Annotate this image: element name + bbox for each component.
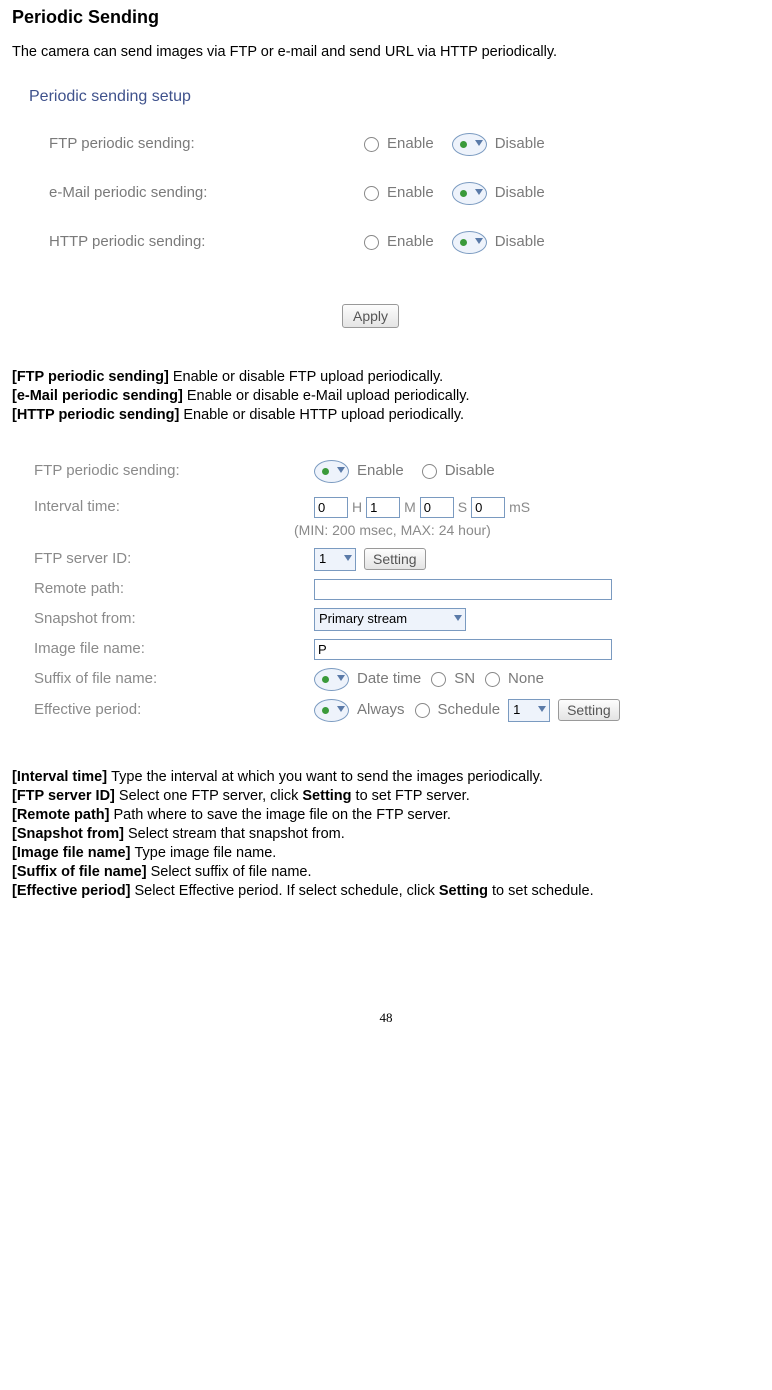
- d2-server-t1: Select one FTP server, click: [119, 788, 302, 804]
- filename-input[interactable]: [314, 639, 612, 660]
- disable-text: Disable: [445, 462, 495, 481]
- serverid-setting-button[interactable]: Setting: [364, 548, 426, 570]
- desc-http-bold: [HTTP periodic sending]: [12, 407, 183, 423]
- opt-text: Schedule: [438, 701, 501, 720]
- snapshot-select[interactable]: Primary stream: [314, 608, 466, 631]
- suffix-sn-radio[interactable]: SN: [431, 670, 475, 689]
- suffix-datetime-radio[interactable]: Date time: [314, 668, 421, 691]
- desc-ftp-bold: [FTP periodic sending]: [12, 369, 173, 385]
- enable-text: Enable: [387, 233, 434, 252]
- desc-http-text: Enable or disable HTTP upload periodical…: [183, 407, 464, 423]
- d2-file-t: Type image file name.: [134, 845, 276, 861]
- opt-text: Date time: [357, 670, 421, 689]
- disable-text: Disable: [495, 135, 545, 154]
- effperiod-schedule-radio[interactable]: Schedule: [415, 701, 501, 720]
- interval-hint: (MIN: 200 msec, MAX: 24 hour): [14, 522, 714, 540]
- ftp-disable-radio[interactable]: Disable: [452, 133, 545, 156]
- desc-ftp-text: Enable or disable FTP upload periodicall…: [173, 369, 443, 385]
- http-sending-row: HTTP periodic sending: Enable Disable: [17, 231, 672, 254]
- d2-interval-t: Type the interval at which you want to s…: [111, 769, 543, 785]
- desc-email-text: Enable or disable e-Mail upload periodic…: [187, 388, 470, 404]
- apply-button[interactable]: Apply: [342, 304, 399, 328]
- opt-text: SN: [454, 670, 475, 689]
- schedule-select[interactable]: 1: [508, 699, 550, 722]
- unit-ms: mS: [509, 499, 530, 517]
- remotepath-label: Remote path:: [14, 580, 314, 599]
- http-enable-radio[interactable]: Enable: [364, 233, 434, 252]
- periodic-setup-panel: Periodic sending setup FTP periodic send…: [17, 77, 672, 344]
- interval-ms-input[interactable]: [471, 497, 505, 518]
- desc-block-1: [FTP periodic sending] Enable or disable…: [12, 368, 760, 424]
- d2-interval-b: [Interval time]: [12, 769, 111, 785]
- effperiod-label: Effective period:: [14, 701, 314, 720]
- remotepath-input[interactable]: [314, 579, 612, 600]
- interval-s-input[interactable]: [420, 497, 454, 518]
- unit-m: M: [404, 499, 416, 517]
- desc-block-2: [Interval time] Type the interval at whi…: [12, 768, 760, 901]
- enable-text: Enable: [357, 462, 404, 481]
- d2-remote-t: Path where to save the image file on the…: [114, 807, 451, 823]
- d2-snap-b: [Snapshot from]: [12, 826, 128, 842]
- page-number: 48: [12, 1010, 760, 1026]
- enable-text: Enable: [387, 184, 434, 203]
- email-sending-row: e-Mail periodic sending: Enable Disable: [17, 182, 672, 205]
- ftp2-enable-radio[interactable]: Enable: [314, 460, 404, 483]
- ftp2-disable-radio[interactable]: Disable: [422, 462, 495, 481]
- suffix-none-radio[interactable]: None: [485, 670, 544, 689]
- d2-file-b: [Image file name]: [12, 845, 134, 861]
- desc-email-bold: [e-Mail periodic sending]: [12, 388, 187, 404]
- ftp-sending-label2: FTP periodic sending:: [14, 462, 314, 481]
- panel-heading: Periodic sending setup: [17, 87, 672, 107]
- email-sending-label: e-Mail periodic sending:: [17, 184, 364, 203]
- d2-snap-t: Select stream that snapshot from.: [128, 826, 345, 842]
- d2-suffix-t: Select suffix of file name.: [151, 864, 312, 880]
- email-disable-radio[interactable]: Disable: [452, 182, 545, 205]
- unit-h: H: [352, 499, 362, 517]
- d2-server-t2: to set FTP server.: [352, 788, 470, 804]
- enable-text: Enable: [387, 135, 434, 154]
- intro-text: The camera can send images via FTP or e-…: [12, 43, 760, 61]
- schedule-setting-button[interactable]: Setting: [558, 699, 620, 721]
- d2-eff-t2: to set schedule.: [488, 883, 594, 899]
- d2-server-s: Setting: [302, 788, 351, 804]
- d2-eff-s: Setting: [439, 883, 488, 899]
- ftp-enable-radio[interactable]: Enable: [364, 135, 434, 154]
- d2-server-b: [FTP server ID]: [12, 788, 119, 804]
- disable-text: Disable: [495, 233, 545, 252]
- http-disable-radio[interactable]: Disable: [452, 231, 545, 254]
- d2-eff-b: [Effective period]: [12, 883, 134, 899]
- interval-h-input[interactable]: [314, 497, 348, 518]
- serverid-select[interactable]: 1: [314, 548, 356, 571]
- disable-text: Disable: [495, 184, 545, 203]
- ftp-detail-panel: FTP periodic sending: Enable Disable Int…: [14, 450, 714, 740]
- filename-label: Image file name:: [14, 640, 314, 659]
- interval-label: Interval time:: [14, 498, 314, 517]
- serverid-label: FTP server ID:: [14, 550, 314, 569]
- suffix-label: Suffix of file name:: [14, 670, 314, 689]
- opt-text: Always: [357, 701, 405, 720]
- opt-text: None: [508, 670, 544, 689]
- ftp-sending-row: FTP periodic sending: Enable Disable: [17, 133, 672, 156]
- page-title: Periodic Sending: [12, 6, 760, 29]
- snapshot-label: Snapshot from:: [14, 610, 314, 629]
- email-enable-radio[interactable]: Enable: [364, 184, 434, 203]
- effperiod-always-radio[interactable]: Always: [314, 699, 405, 722]
- d2-suffix-b: [Suffix of file name]: [12, 864, 151, 880]
- interval-m-input[interactable]: [366, 497, 400, 518]
- d2-remote-b: [Remote path]: [12, 807, 114, 823]
- unit-s: S: [458, 499, 467, 517]
- ftp-sending-label: FTP periodic sending:: [17, 135, 364, 154]
- http-sending-label: HTTP periodic sending:: [17, 233, 364, 252]
- d2-eff-t1: Select Effective period. If select sched…: [134, 883, 438, 899]
